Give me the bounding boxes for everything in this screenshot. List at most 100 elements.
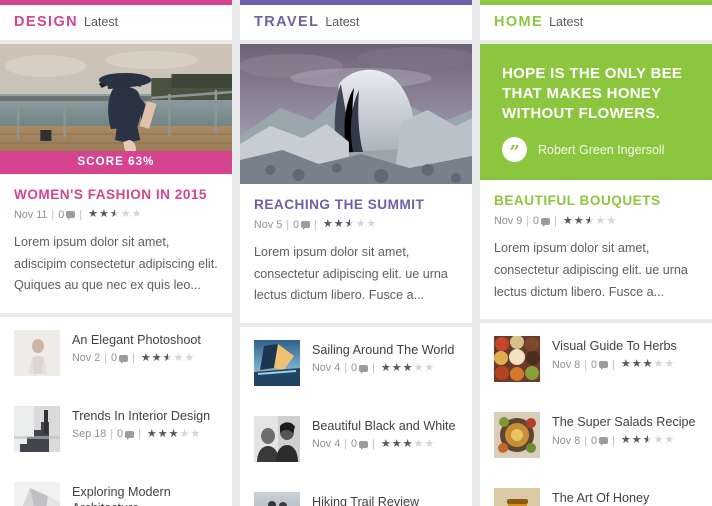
featured-post-card[interactable]: SCORE 63% WOMEN'S FASHION IN 2015 Nov 11… [0, 44, 232, 313]
list-item-title[interactable]: Visual Guide To Herbs [552, 338, 698, 354]
comment-bubble-icon [125, 430, 135, 440]
list-item[interactable]: The Super Salads Recipe Nov 8|0|★★★★★★★★… [480, 399, 712, 472]
comment-bubble-icon [359, 440, 369, 450]
list-item[interactable]: Hiking Trail Review Nov 3|1|★★★★★★★★★★ [240, 478, 472, 506]
featured-image[interactable]: SCORE 63% [0, 44, 232, 174]
comment-bubble-icon [301, 221, 311, 231]
star: ★★ [631, 434, 642, 447]
interior-stairs-thumb [14, 405, 60, 452]
comment-count: 0 [117, 428, 124, 441]
score-badge: SCORE 63% [0, 151, 232, 174]
star: ★★ [355, 218, 366, 231]
list-item[interactable]: Visual Guide To Herbs Nov 8|0|★★★★★★★★★★ [480, 323, 712, 396]
list-item[interactable]: Exploring Modern Architecture Jul 18|0|★… [0, 468, 232, 506]
featured-post-title[interactable]: WOMEN'S FASHION IN 2015 [14, 187, 218, 204]
list-item-body: Sailing Around The World Nov 4 | 0 | ★ ★ ★ ★ ★ ★ ★… [312, 340, 458, 374]
modern-architecture-thumb [14, 481, 60, 506]
meta-separator: | [344, 438, 348, 451]
list-item-title[interactable]: Trends In Interior Design [72, 408, 218, 424]
comment-bubble-icon [66, 211, 76, 221]
comment-count: 0 [293, 218, 300, 231]
star: ★★ [131, 208, 142, 221]
post-meta: Nov 11|0|★★★★★★★★★★ [14, 209, 218, 221]
featured-post-title[interactable]: BEAUTIFUL BOUQUETS [494, 193, 698, 210]
post-list-design: An Elegant Photoshoot Nov 2|0|★★★★★★★★★★… [0, 316, 232, 506]
list-item-title[interactable]: Beautiful Black and White [312, 418, 458, 434]
star: ★★ [413, 437, 424, 450]
star: ★★ [631, 358, 642, 371]
bw-portrait-thumb [254, 415, 300, 462]
comment-count: 0 [533, 215, 540, 228]
star: ★★ [380, 437, 391, 450]
list-item[interactable]: Beautiful Black and White Nov 4 | 0 | ★ ★ ★ ★ ★ ★… [240, 402, 472, 475]
star-rating: ★★★★★★★★★★ [146, 427, 200, 440]
list-item-title[interactable]: The Super Salads Recipe [552, 414, 698, 430]
star: ★★ [391, 437, 402, 450]
featured-post-body: WOMEN'S FASHION IN 2015 Nov 11 | 0 | ★ ★ ★ ★ ★ ★ ★… [0, 174, 232, 313]
star: ★★ [413, 361, 424, 374]
list-item[interactable]: Sailing Around The World Nov 4 | 0 | ★ ★ ★ ★ ★ ★ ★… [240, 326, 472, 399]
star: ★★ [109, 208, 120, 221]
post-meta: Nov 4|0|★★★★★★★★★★ [312, 362, 458, 374]
list-item-body: An Elegant Photoshoot Nov 2|0|★★★★★★★★★★ [72, 330, 218, 364]
star: ★★ [664, 358, 675, 371]
meta-separator: | [110, 428, 114, 441]
list-item-title[interactable]: Sailing Around The World [312, 342, 458, 358]
category-name[interactable]: DESIGN [14, 14, 78, 30]
meta-separator: | [104, 352, 108, 365]
meta-separator: | [584, 434, 588, 447]
comment-count: 0 [591, 358, 598, 371]
post-meta: Nov 8|0|★★★★★★★★★★ [552, 359, 698, 371]
star: ★★ [344, 218, 355, 231]
star: ★★ [653, 358, 664, 371]
featured-post-title[interactable]: REACHING THE SUMMIT [254, 197, 458, 214]
comment-count: 0 [58, 208, 65, 221]
featured-post-card[interactable]: REACHING THE SUMMIT Nov 5|0|★★★★★★★★★★ L… [240, 44, 472, 323]
list-item[interactable]: Trends In Interior Design Sep 18 | 0 | ★ ★ ★ ★ ★… [0, 392, 232, 465]
quote-attribution: ” Robert Green Ingersoll [502, 137, 690, 163]
list-item[interactable]: An Elegant Photoshoot Nov 2|0|★★★★★★★★★★ [0, 316, 232, 389]
post-meta: Nov 2|0|★★★★★★★★★★ [72, 352, 218, 364]
quote-text: HOPE IS THE ONLY BEE THAT MAKES HONEY WI… [502, 65, 683, 122]
featured-post-excerpt: Lorem ipsum dolor sit amet, consectetur … [254, 244, 448, 303]
meta-separator: | [132, 352, 135, 365]
post-list-travel: Sailing Around The World Nov 4 | 0 | ★ ★ ★ ★ ★ ★ ★… [240, 326, 472, 506]
category-name[interactable]: TRAVEL [254, 14, 319, 30]
category-columns-board: DESIGN Latest SCORE 63% WOMEN'S FASHION … [0, 0, 712, 506]
star: ★★ [606, 214, 617, 227]
star: ★★ [664, 434, 675, 447]
meta-separator: | [372, 438, 375, 451]
star: ★★ [380, 361, 391, 374]
comment-count: 0 [591, 434, 598, 447]
post-date: Sep 18 [72, 428, 107, 441]
star: ★★ [157, 427, 168, 440]
post-date: Nov 11 [14, 208, 48, 221]
star: ★★ [620, 434, 631, 447]
list-item[interactable]: The Art Of Honey Nov 7|0|★★★★★★★★★★ [480, 475, 712, 506]
meta-separator: | [138, 428, 141, 441]
meta-separator: | [612, 358, 615, 371]
meta-separator: | [51, 208, 55, 221]
list-item-title[interactable]: Hiking Trail Review [312, 494, 458, 506]
list-item-title[interactable]: The Art Of Honey [552, 490, 698, 506]
star-rating: ★★★★★★★★★★ [141, 351, 194, 364]
list-item-title[interactable]: An Elegant Photoshoot [72, 332, 218, 348]
salad-bowl-thumb [494, 412, 540, 459]
star: ★★ [322, 218, 333, 231]
featured-post-card[interactable]: HOPE IS THE ONLY BEE THAT MAKES HONEY WI… [480, 44, 712, 320]
star: ★★ [151, 351, 162, 364]
category-name[interactable]: HOME [494, 14, 543, 30]
list-item-title[interactable]: Exploring Modern Architecture [72, 484, 218, 506]
list-item-body: Trends In Interior Design Sep 18 | 0 | ★ ★ ★ ★ ★… [72, 406, 218, 440]
category-column-home: HOME Latest HOPE IS THE ONLY BEE THAT MA… [480, 0, 712, 506]
post-list-home: Visual Guide To Herbs Nov 8|0|★★★★★★★★★★… [480, 323, 712, 506]
post-meta: Nov 5|0|★★★★★★★★★★ [254, 219, 458, 231]
star: ★★ [573, 214, 584, 227]
star-rating: ★★★★★★★★★★ [621, 359, 674, 370]
comment-bubble-icon [119, 354, 129, 364]
post-date: Nov 4 [312, 438, 341, 451]
star: ★★ [146, 427, 157, 440]
featured-image[interactable] [240, 44, 472, 184]
comment-count: 0 [351, 438, 358, 451]
column-header-home: HOME Latest [480, 0, 712, 40]
